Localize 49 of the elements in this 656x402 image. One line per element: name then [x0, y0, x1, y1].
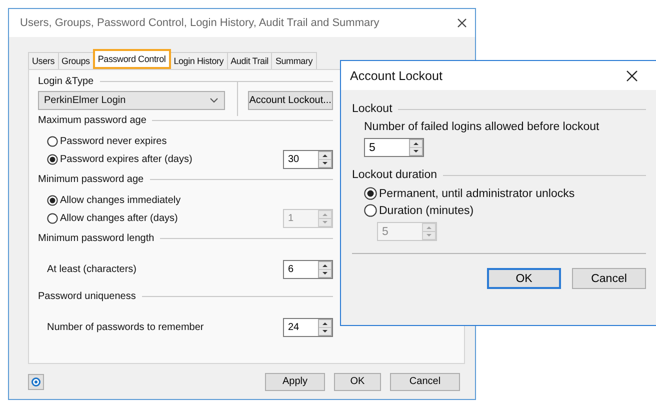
- spin-box[interactable]: 5: [364, 138, 424, 157]
- radio-button[interactable]: [364, 204, 377, 217]
- radio-label: Duration (minutes): [379, 204, 474, 216]
- login-type-dropdown[interactable]: PerkinElmer Login: [38, 91, 225, 110]
- field-label: Number of passwords to remember: [47, 322, 204, 332]
- field-label: At least (characters): [47, 264, 136, 274]
- radio-label: Permanent, until administrator unlocks: [379, 188, 575, 200]
- radio-button[interactable]: [47, 154, 58, 164]
- group-label: Password uniqueness: [38, 291, 136, 302]
- radio-label: Password never expires: [60, 136, 167, 146]
- spin-arrows-icon[interactable]: [318, 260, 332, 278]
- tab[interactable]: Password Control: [92, 49, 171, 69]
- tab[interactable]: Summary: [271, 52, 317, 69]
- group-label: Minimum password age: [38, 174, 144, 185]
- dialog-button[interactable]: Apply: [265, 372, 325, 390]
- dialog-title: Account Lockout: [350, 68, 442, 82]
- help-icon: [31, 376, 41, 386]
- group-label: Minimum password length: [38, 233, 154, 244]
- radio-button[interactable]: [47, 136, 58, 146]
- field-label: Number of failed logins allowed before lockout: [364, 121, 600, 133]
- chevron-down-icon[interactable]: [210, 98, 218, 103]
- tab[interactable]: Users: [28, 52, 59, 69]
- radio-label: Password expires after (days): [60, 154, 192, 164]
- dialog-button[interactable]: Cancel: [572, 268, 646, 289]
- dialog-button[interactable]: Cancel: [390, 372, 460, 390]
- group-label: Maximum password age: [38, 115, 146, 126]
- radio-label: Allow changes immediately: [60, 194, 181, 206]
- spin-arrows-icon[interactable]: [318, 318, 332, 336]
- spin-box[interactable]: 24: [283, 318, 333, 336]
- close-icon[interactable]: [626, 70, 638, 82]
- help-button[interactable]: [28, 374, 44, 390]
- radio-label: Allow changes after (days): [60, 212, 178, 224]
- spin-box[interactable]: 6: [283, 260, 333, 278]
- tab[interactable]: Login History: [170, 52, 228, 69]
- dialog-button[interactable]: OK: [334, 372, 381, 390]
- tab[interactable]: Groups: [58, 52, 94, 69]
- group-label: Lockout duration: [352, 169, 438, 181]
- radio-button[interactable]: [364, 187, 377, 200]
- group-label: Login &Type: [38, 76, 94, 87]
- group-label: Lockout: [352, 103, 392, 115]
- spin-arrows-icon[interactable]: [409, 139, 423, 156]
- spin-arrows-icon[interactable]: [318, 150, 332, 168]
- window-title: Users, Groups, Password Control, Login History, Audit Trail and Summary: [20, 17, 380, 29]
- close-icon[interactable]: [457, 18, 467, 28]
- dialog-button[interactable]: OK: [487, 268, 561, 289]
- radio-button[interactable]: [47, 194, 58, 206]
- spin-box[interactable]: 30: [283, 150, 333, 168]
- account-lockout-button[interactable]: Account Lockout...: [248, 91, 334, 110]
- radio-button[interactable]: [47, 212, 58, 224]
